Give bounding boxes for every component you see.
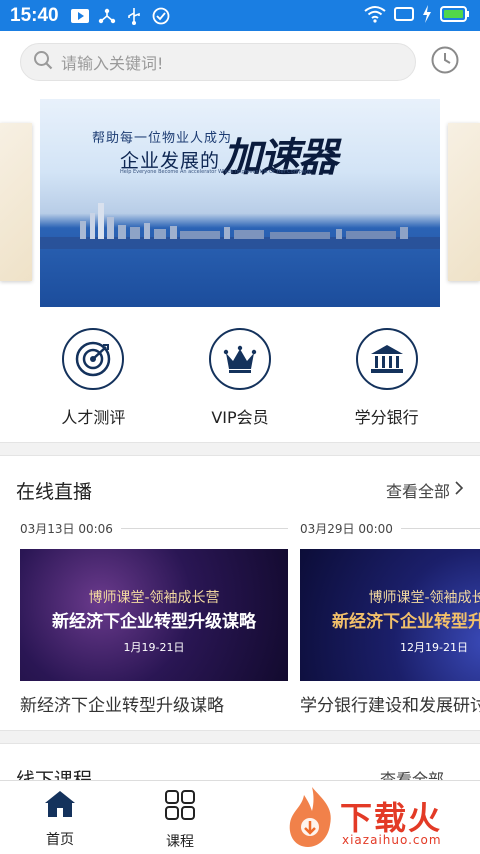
nav-home[interactable]: 首页 [20, 789, 100, 849]
live-thumbnail[interactable]: 博师课堂-领袖成长营 新经济下企业转型升级谋略 1月19-21日 [20, 549, 288, 681]
offline-section-header: 线下课程 查看全部 [0, 757, 480, 781]
wifi-icon [364, 5, 386, 27]
thumb-line1: 博师课堂-领袖成长营 [88, 590, 220, 606]
live-card[interactable]: 03月13日 00:06 博师课堂-领袖成长营 新经济下企业转型升级谋略 1月1… [20, 520, 288, 716]
nav-courses[interactable]: 课程 [140, 789, 220, 851]
live-date: 03月13日 00:06 [20, 522, 113, 536]
banner-next-card[interactable] [448, 123, 480, 281]
city-skyline-graphic [40, 203, 440, 249]
play-icon [70, 7, 89, 25]
history-button[interactable] [428, 45, 462, 79]
live-section-title: 在线直播 [16, 480, 93, 503]
status-bar: 15:40 [0, 0, 480, 31]
banner-image[interactable]: 帮助每一位物业人成为 企业发展的 加速器 Help Everyone Becom… [40, 99, 440, 307]
banner-headline-small: 帮助每一位物业人成为 [92, 131, 233, 146]
banner-prev-card[interactable] [0, 123, 32, 281]
grid-icon [164, 789, 196, 825]
crown-icon [208, 328, 271, 390]
home-icon [43, 789, 77, 823]
status-time: 15:40 [10, 4, 59, 26]
live-date: 03月29日 00:00 [300, 522, 393, 536]
screen-icon [394, 6, 414, 26]
live-date-row: 03月29日 00:00 [300, 520, 480, 537]
battery-icon [440, 5, 470, 27]
live-card[interactable]: 03月29日 00:00 博师课堂-领袖成长营 新经济下企业转型升级谋略 12月… [300, 520, 480, 716]
live-date-row: 03月13日 00:06 [20, 520, 288, 537]
usb-icon [125, 7, 143, 25]
quick-entry-label: 学分银行 [354, 408, 419, 427]
thumb-line2: 新经济下企业转型升级谋略 [332, 612, 480, 632]
live-title[interactable]: 新经济下企业转型升级谋略 [20, 691, 288, 716]
view-all-label: 查看全部 [385, 482, 450, 501]
section-divider [0, 442, 480, 456]
search-input[interactable]: 请输入关键词! [20, 43, 416, 81]
nav-label: 首页 [46, 832, 74, 848]
quick-entry-credit-bank[interactable]: 学分银行 [322, 318, 452, 440]
thumb-line2: 新经济下企业转型升级谋略 [52, 612, 256, 632]
banner-carousel[interactable]: 帮助每一位物业人成为 企业发展的 加速器 Help Everyone Becom… [0, 95, 480, 310]
live-title[interactable]: 学分银行建设和发展研讨 [300, 691, 480, 716]
live-thumbnail[interactable]: 博师课堂-领袖成长营 新经济下企业转型升级谋略 12月19-21日 [300, 549, 480, 681]
clock-icon [430, 45, 460, 79]
date-divider [400, 528, 480, 529]
live-section-header: 在线直播 查看全部 [0, 470, 480, 510]
search-icon [33, 50, 53, 74]
offline-section-title: 线下课程 [16, 769, 93, 781]
nav-label: 课程 [166, 834, 194, 850]
thumb-line3: 1月19-21日 [123, 641, 185, 654]
search-bar-row: 请输入关键词! [0, 31, 480, 95]
live-list: 03月13日 00:06 博师课堂-领袖成长营 新经济下企业转型升级谋略 1月1… [0, 520, 480, 720]
chevron-right-icon [454, 480, 464, 500]
watermark-logo: 下载火 xiazaihuo.com [282, 781, 480, 854]
bank-icon [355, 328, 418, 390]
quick-entries: 人才测评 VIP会员 学分银行 [0, 318, 480, 440]
quick-entry-label: VIP会员 [211, 408, 269, 427]
flame-icon [289, 787, 331, 847]
quick-entry-label: 人才测评 [61, 408, 126, 427]
bottom-nav: 首页 课程 下载火 xiazaihuo.com [0, 780, 480, 853]
watermark-subtext: xiazaihuo.com [342, 833, 442, 847]
share-icon [98, 7, 116, 25]
live-view-all-link[interactable]: 查看全部 [386, 478, 464, 502]
search-placeholder: 请输入关键词! [61, 54, 164, 73]
thumb-line3: 12月19-21日 [400, 641, 468, 654]
check-circle-icon [152, 7, 170, 25]
charging-icon [422, 4, 432, 27]
thumb-line1: 博师课堂-领袖成长营 [368, 590, 480, 606]
banner-english: Help Everyone Become An accelerator Whic… [120, 169, 311, 175]
radar-target-icon [62, 328, 125, 390]
offline-view-all-link[interactable]: 查看全部 [380, 766, 444, 781]
section-divider [0, 730, 480, 744]
quick-entry-talent-assessment[interactable]: 人才测评 [28, 318, 158, 440]
date-divider [120, 528, 288, 529]
quick-entry-vip[interactable]: VIP会员 [175, 318, 305, 440]
